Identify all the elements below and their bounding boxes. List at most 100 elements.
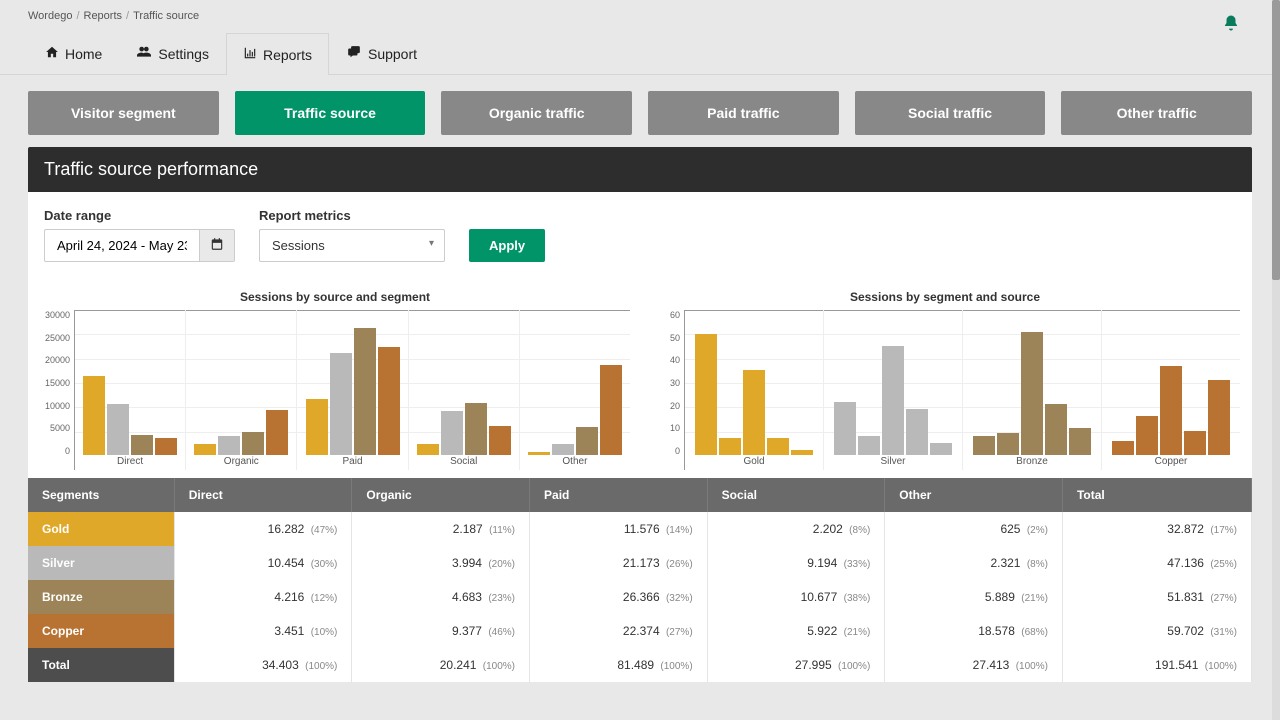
bar [552,444,574,455]
data-cell: 2.187 (11%) [352,512,530,546]
date-range-input[interactable] [44,229,199,262]
crumb[interactable]: Wordego [28,10,72,22]
bar [576,427,598,455]
bar [882,346,904,455]
subtab-organic-traffic[interactable]: Organic traffic [441,91,632,135]
sub-nav: Visitor segment Traffic source Organic tra… [0,75,1280,147]
nav-home[interactable]: Home [28,32,119,74]
bar [306,399,328,455]
home-icon [45,45,59,62]
subtab-social-traffic[interactable]: Social traffic [855,91,1046,135]
category-label: Silver [824,456,962,470]
nav-reports[interactable]: Reports [226,33,329,75]
data-cell: 9.194 (33%) [707,546,885,580]
bar [1160,366,1182,455]
nav-support[interactable]: Support [329,32,434,74]
report-panel: Traffic source performance Date range Re… [28,147,1252,682]
category-label: Paid [297,456,407,470]
bar [767,438,789,455]
bar [107,404,129,455]
data-cell: 11.576 (14%) [530,512,708,546]
data-cell: 5.889 (21%) [885,580,1063,614]
bar [997,433,1019,455]
data-cell: 34.403 (100%) [174,648,352,682]
bar [330,353,352,455]
data-cell: 59.702 (31%) [1062,614,1251,648]
segment-label: Silver [28,546,174,580]
users-icon [136,45,152,62]
data-cell: 16.282 (47%) [174,512,352,546]
segments-table: SegmentsDirectOrganicPaidSocialOtherTota… [28,478,1252,682]
bar [1184,431,1206,455]
bar [131,435,153,455]
notifications-icon[interactable] [1222,14,1240,37]
bar [155,438,177,455]
segment-label: Gold [28,512,174,546]
data-cell: 10.677 (38%) [707,580,885,614]
data-cell: 18.578 (68%) [885,614,1063,648]
crumb[interactable]: Reports [84,10,123,22]
data-cell: 4.216 (12%) [174,580,352,614]
date-range-label: Date range [44,208,235,223]
bar [834,402,856,455]
category-label: Organic [186,456,296,470]
segment-label: Total [28,648,174,682]
category-label: Bronze [963,456,1101,470]
bar [695,334,717,455]
chart-title: Sessions by source and segment [40,290,630,304]
chat-icon [346,45,362,62]
bar [791,450,813,455]
bar [743,370,765,455]
nav-settings[interactable]: Settings [119,32,226,74]
data-cell: 3.994 (20%) [352,546,530,580]
data-cell: 9.377 (46%) [352,614,530,648]
bar [906,409,928,455]
col-header: Social [707,478,885,512]
data-cell: 32.872 (17%) [1062,512,1251,546]
category-label: Other [520,456,630,470]
bar [1045,404,1067,455]
bar [218,436,240,455]
bar [1021,332,1043,455]
main-nav: HomeSettingsReportsSupport [0,32,1280,75]
data-cell: 47.136 (25%) [1062,546,1251,580]
bar [489,426,511,455]
bar [719,438,741,455]
scrollbar[interactable] [1272,0,1280,720]
data-cell: 27.995 (100%) [707,648,885,682]
table-row: Silver10.454 (30%)3.994 (20%)21.173 (26%… [28,546,1252,580]
col-header: Organic [352,478,530,512]
bar [600,365,622,455]
segment-label: Bronze [28,580,174,614]
data-cell: 625 (2%) [885,512,1063,546]
data-cell: 2.321 (8%) [885,546,1063,580]
bar [378,347,400,455]
subtab-paid-traffic[interactable]: Paid traffic [648,91,839,135]
calendar-icon[interactable] [199,229,235,262]
category-label: Social [409,456,519,470]
col-header: Total [1062,478,1251,512]
chart-icon [243,46,257,63]
metrics-select[interactable]: Sessions [259,229,445,262]
bar [930,443,952,455]
subtab-other-traffic[interactable]: Other traffic [1061,91,1252,135]
chart-title: Sessions by segment and source [650,290,1240,304]
data-cell: 4.683 (23%) [352,580,530,614]
bar [1069,428,1091,455]
bar [242,432,264,455]
metrics-label: Report metrics [259,208,445,223]
bar [1112,441,1134,456]
bar [465,403,487,455]
bar [1208,380,1230,455]
subtab-traffic-source[interactable]: Traffic source [235,91,426,135]
bar [1136,416,1158,455]
crumb: Traffic source [133,10,199,22]
table-row: Bronze4.216 (12%)4.683 (23%)26.366 (32%)… [28,580,1252,614]
segment-label: Copper [28,614,174,648]
filters-row: Date range Report metrics Sessions Apply [28,192,1252,278]
chart-0: Sessions by source and segment0500010000… [40,290,630,470]
subtab-visitor-segment[interactable]: Visitor segment [28,91,219,135]
data-cell: 191.541 (100%) [1062,648,1251,682]
table-row: Total34.403 (100%)20.241 (100%)81.489 (1… [28,648,1252,682]
apply-button[interactable]: Apply [469,229,545,262]
